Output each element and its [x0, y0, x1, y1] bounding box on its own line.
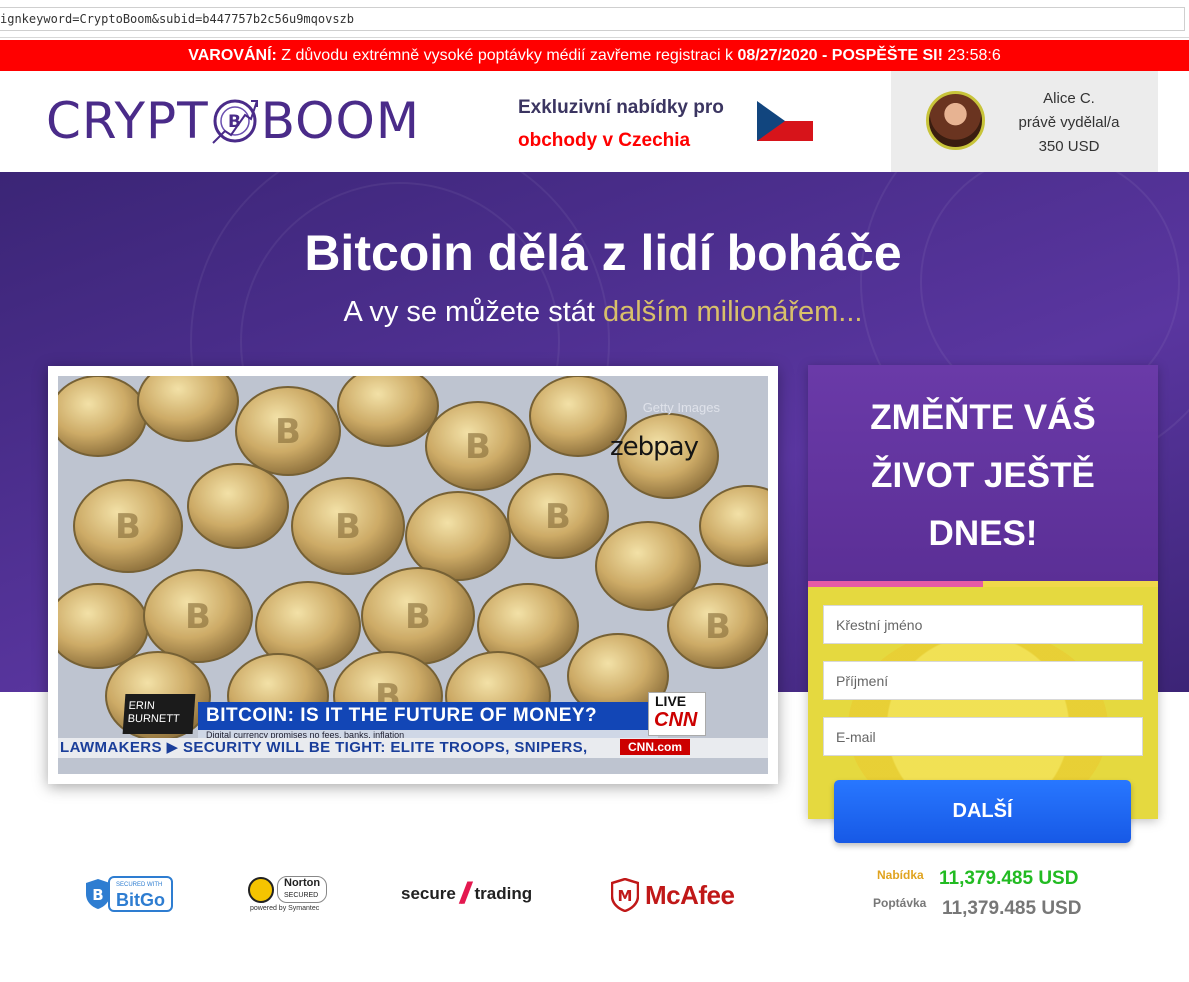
earner-action: právě vydělal/a — [1018, 114, 1120, 131]
mcafee-badge: M McAfee — [611, 878, 735, 912]
logo-text-right: BOOM — [260, 92, 420, 150]
svg-text:B: B — [92, 886, 103, 904]
mcafee-label: McAfee — [645, 879, 735, 910]
signup-header: ZMĚŇTE VÁŠ ŽIVOT JEŠTĚ DNES! — [808, 365, 1158, 581]
cnn-site-label: CNN.com — [620, 739, 690, 755]
live-label: LIVE — [655, 693, 687, 709]
earner-amount: 350 USD — [1038, 138, 1100, 155]
mcafee-shield-icon: M — [611, 878, 639, 912]
svg-text:M: M — [618, 887, 633, 905]
next-button[interactable]: DALŠÍ — [834, 780, 1131, 843]
norton-check-icon — [248, 876, 274, 903]
zebpay-watermark: zebpay — [610, 432, 699, 462]
warning-banner: VAROVÁNÍ: Z důvodu extrémně vysoké poptá… — [0, 40, 1189, 71]
news-ticker: LAWMAKERS ▶ SECURITY WILL BE TIGHT: ELIT… — [60, 739, 588, 756]
offer-line-2: obchody v Czechia — [518, 130, 691, 151]
hero-subtitle: A vy se můžete stát dalším milionářem... — [0, 296, 1189, 329]
demand-label: Poptávka — [873, 896, 927, 910]
offer-label: Nabídka — [877, 868, 924, 882]
warning-label: VAROVÁNÍ: — [188, 47, 277, 64]
warning-countdown: 23:58:6 — [942, 47, 1001, 64]
news-headline: BITCOIN: IS IT THE FUTURE OF MONEY? — [198, 702, 658, 730]
warning-date: 08/27/2020 — [737, 47, 818, 64]
hero-subtitle-plain: A vy se můžete stát — [343, 296, 604, 328]
cryptoboom-logo[interactable]: CRYPT B BOOM — [46, 91, 420, 151]
earner-avatar — [926, 91, 985, 150]
signup-title: ZMĚŇTE VÁŠ ŽIVOT JEŠTĚ DNES! — [870, 398, 1096, 553]
site-header: CRYPT B BOOM Exkluzivní nabídky pro obch… — [0, 71, 1189, 172]
norton-powered-by: powered by Symantec — [250, 905, 320, 912]
earner-name: Alice C. — [1043, 90, 1095, 107]
securetrading-left: secure — [401, 884, 456, 903]
email-field[interactable] — [823, 717, 1143, 756]
bitgo-badge: B SECURED WITH BitGo — [84, 876, 173, 912]
logo-text-left: CRYPT — [46, 92, 209, 150]
exclusive-offer: Exkluzivní nabídky pro obchody v Czechia — [518, 91, 724, 157]
getty-watermark: Getty Images — [642, 400, 720, 415]
offer-row: Nabídka 11,379.485 USD — [866, 864, 1106, 896]
browser-address-bar: ignkeyword=CryptoBoom&subid=b447757b2c56… — [0, 0, 1189, 38]
warning-text: Z důvodu extrémně vysoké poptávky médií … — [276, 47, 738, 64]
anchor-name-badge: ERIN BURNETT — [122, 694, 196, 734]
bitgo-label: BitGo — [116, 890, 165, 910]
offer-line-1: Exkluzivní nabídky pro — [518, 97, 724, 118]
recent-earner-panel: Alice C. právě vydělal/a 350 USD — [891, 71, 1158, 172]
norton-secured: SECURED — [284, 892, 319, 899]
czech-flag-icon — [757, 101, 813, 141]
url-field[interactable]: ignkeyword=CryptoBoom&subid=b447757b2c56… — [0, 7, 1185, 31]
demand-value: 11,379.485 USD — [942, 898, 1082, 919]
video-player[interactable]: BBB BBB BBB Getty Images zebpay ERIN BUR… — [58, 376, 768, 774]
securetrading-right: trading — [474, 884, 533, 903]
first-name-field[interactable] — [823, 605, 1143, 644]
hero-title: Bitcoin dělá z lidí boháče — [304, 225, 902, 281]
trust-badges: B SECURED WITH BitGo Norton SECURED powe… — [0, 858, 800, 928]
cnn-logo: CNN — [654, 709, 698, 731]
video-frame: BBB BBB BBB Getty Images zebpay ERIN BUR… — [48, 366, 778, 784]
securetrading-slash-icon: // — [459, 877, 470, 910]
hero-subtitle-highlight: dalším milionářem... — [603, 296, 863, 328]
last-name-field[interactable] — [823, 661, 1143, 700]
offer-value: 11,379.485 USD — [939, 868, 1079, 889]
securetrading-badge: secure // trading — [401, 877, 533, 910]
demand-row: Poptávka 11,379.485 USD — [866, 896, 1106, 928]
signup-form: ZMĚŇTE VÁŠ ŽIVOT JEŠTĚ DNES! — [808, 365, 1158, 819]
price-stats: Nabídka 11,379.485 USD Poptávka 11,379.4… — [866, 864, 1106, 928]
bitcoin-coin-icon: B — [211, 99, 258, 144]
warning-cta: - POSPĚŠTE SI! — [817, 47, 943, 64]
norton-label: Norton — [284, 877, 321, 889]
norton-badge: Norton SECURED powered by Symantec — [248, 876, 328, 912]
